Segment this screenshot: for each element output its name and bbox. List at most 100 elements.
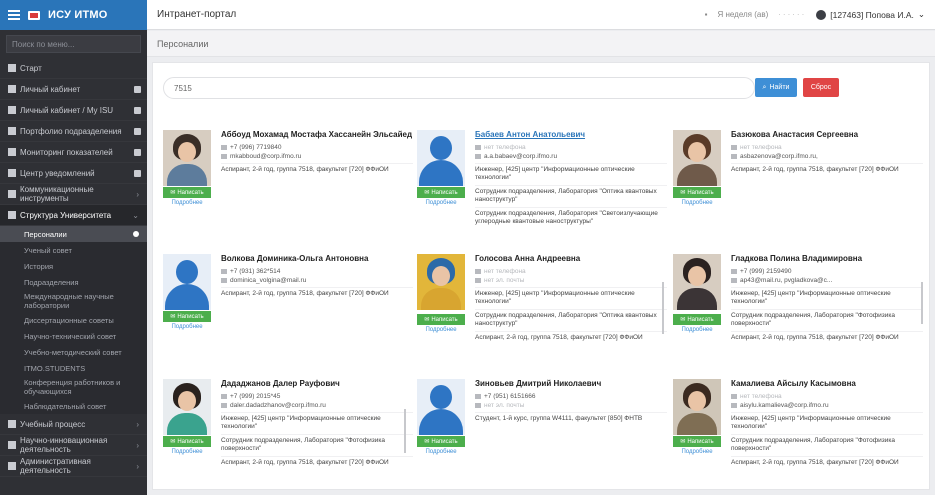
profile-link[interactable]: Подробнее — [673, 449, 721, 455]
person-email[interactable]: a.a.babaev@corp.ifmo.ru — [475, 152, 667, 160]
person-position: Сотрудник подразделения, Лаборатория "Фо… — [731, 434, 923, 453]
subnav-departments[interactable]: Подразделения — [0, 274, 147, 290]
write-button[interactable]: ✉ Написать — [163, 311, 211, 322]
person-email: нет эл. почты — [475, 276, 667, 284]
subnav-conference[interactable]: Конференция работников и обучающихся — [0, 376, 147, 398]
profile-link[interactable]: Подробнее — [673, 200, 721, 206]
subnav-dissertation-councils[interactable]: Диссертационные советы — [0, 312, 147, 328]
profile-link[interactable]: Подробнее — [163, 324, 211, 330]
phone-icon — [475, 268, 481, 274]
calendar-icon[interactable]: ▪ — [705, 10, 708, 19]
person-position: Инженер, [425] центр "Информационные опт… — [221, 412, 413, 431]
write-button[interactable]: ✉ Написать — [673, 436, 721, 447]
person-phone: +7 (996) 7719840 — [221, 143, 413, 151]
logo-bar[interactable]: ИСУ ИТМО — [0, 0, 147, 30]
subnav-science-council[interactable]: Научно-технический совет — [0, 328, 147, 344]
mail-icon: ✉ — [170, 439, 176, 445]
person-position: Сотрудник подразделения, Лаборатория "Фо… — [731, 309, 923, 328]
sidebar: ИСУ ИТМО Поиск по меню... Старт Личный к… — [0, 0, 147, 495]
nav-start[interactable]: Старт — [0, 58, 147, 79]
nav-university-structure[interactable]: Структура Университета ⌄ — [0, 205, 147, 226]
write-button[interactable]: ✉ Написать — [417, 314, 465, 325]
person-email[interactable]: ap43@mail.ru, pvgladkova@c... — [731, 276, 923, 284]
profile-link[interactable]: Подробнее — [673, 327, 721, 333]
write-button[interactable]: ✉ Написать — [163, 187, 211, 198]
nav-my-isu[interactable]: Личный кабинет / My ISU — [0, 100, 147, 121]
persons-panel: 7515 ⌕ Найти Сброс ✉ Написать Подробнее Аб… — [152, 62, 930, 490]
person-position: Инженер, [425] центр "Информационные опт… — [475, 287, 667, 306]
menu-toggle-icon[interactable] — [8, 10, 20, 20]
person-name[interactable]: Голосова Анна Андреевна — [475, 254, 667, 263]
badge-icon — [134, 170, 141, 177]
person-name[interactable]: Базюкова Анастасия Сергеевна — [731, 130, 923, 139]
nav-monitoring[interactable]: Мониторинг показателей — [0, 142, 147, 163]
nav-education[interactable]: Учебный процесс › — [0, 414, 147, 435]
person-email[interactable]: aisylu.kamalieva@corp.ifmo.ru — [731, 401, 923, 409]
person-card: ✉ Написать Подробнее Голосова Анна Андрее… — [417, 254, 667, 374]
user-menu[interactable]: [127463] Попова И.А. ⌄ — [816, 9, 925, 20]
write-button[interactable]: ✉ Написать — [673, 314, 721, 325]
scroll-indicator — [662, 282, 664, 334]
portal-title[interactable]: Интранет-портал — [157, 9, 236, 20]
phone-icon — [221, 268, 227, 274]
nav-administration[interactable]: Административная деятельность › — [0, 456, 147, 477]
profile-link[interactable]: Подробнее — [163, 200, 211, 206]
chevron-right-icon: › — [136, 420, 139, 429]
person-position: Инженер, [425] центр "Информационные опт… — [475, 163, 667, 182]
profile-link[interactable]: Подробнее — [417, 200, 465, 206]
nav-science[interactable]: Научно-инновационная деятельность › — [0, 435, 147, 456]
top-search-placeholder[interactable]: ······ — [778, 10, 806, 19]
person-name[interactable]: Бабаев Антон Анатольевич — [475, 130, 667, 139]
person-name[interactable]: Гладкова Полина Владимировна — [731, 254, 923, 263]
chevron-down-icon: ⌄ — [917, 9, 925, 19]
phone-icon — [731, 268, 737, 274]
mail-icon — [475, 277, 481, 283]
subnav-academic-council[interactable]: Ученый совет — [0, 242, 147, 258]
profile-link[interactable]: Подробнее — [417, 327, 465, 333]
person-position: Аспирант, 2-й год, группа 7518, факульте… — [221, 287, 413, 298]
person-email[interactable]: dominica_volgina@mail.ru — [221, 276, 413, 284]
mail-icon: ✉ — [424, 439, 430, 445]
menu-search-input[interactable]: Поиск по меню... — [6, 35, 141, 53]
subnav-methodical-council[interactable]: Учебно-методический совет — [0, 344, 147, 360]
person-photo-placeholder — [417, 379, 465, 435]
nav-notifications[interactable]: Центр уведомлений — [0, 163, 147, 184]
subnav-itmo-students[interactable]: ITMO.STUDENTS — [0, 360, 147, 376]
reset-button[interactable]: Сброс — [803, 78, 839, 97]
nav-portfolio[interactable]: Портфолио подразделения — [0, 121, 147, 142]
person-phone: нет телефона — [731, 392, 923, 400]
person-email: нет эл. почты — [475, 401, 667, 409]
person-name[interactable]: Дададжанов Далер Рауфович — [221, 379, 413, 388]
phone-icon — [221, 144, 227, 150]
write-button[interactable]: ✉ Написать — [417, 436, 465, 447]
write-button[interactable]: ✉ Написать — [163, 436, 211, 447]
profile-link[interactable]: Подробнее — [163, 449, 211, 455]
subnav-persons[interactable]: Персоналии — [0, 226, 147, 242]
structure-submenu: Персоналии Ученый совет История Подразде… — [0, 226, 147, 414]
subnav-international-labs[interactable]: Международные научные лаборатории — [0, 290, 147, 312]
person-name[interactable]: Зиновьев Дмитрий Николаевич — [475, 379, 667, 388]
person-name[interactable]: Аббоуд Мохамад Мостафа Хассанейн Эльсайе… — [221, 130, 413, 139]
person-photo-placeholder — [417, 130, 465, 186]
person-position: Аспирант, 2-й год, группа 7518, факульте… — [221, 456, 413, 467]
nav-personal-cabinet[interactable]: Личный кабинет — [0, 79, 147, 100]
nav-communication[interactable]: Коммуникационные инструменты › — [0, 184, 147, 205]
person-email[interactable]: daler.dadadzhanov@corp.ifmo.ru — [221, 401, 413, 409]
subnav-history[interactable]: История — [0, 258, 147, 274]
search-button[interactable]: ⌕ Найти — [755, 78, 797, 97]
mail-icon: ✉ — [680, 190, 686, 196]
person-search-input[interactable]: 7515 — [163, 77, 755, 99]
write-button[interactable]: ✉ Написать — [417, 187, 465, 198]
person-phone: нет телефона — [475, 267, 667, 275]
scroll-indicator — [921, 282, 923, 324]
write-button[interactable]: ✉ Написать — [673, 187, 721, 198]
person-name[interactable]: Волкова Доминика-Ольга Антоновна — [221, 254, 413, 263]
profile-link[interactable]: Подробнее — [417, 449, 465, 455]
person-email[interactable]: mkabboud@corp.ifmo.ru — [221, 152, 413, 160]
person-email[interactable]: asbazenova@corp.ifmo.ru, — [731, 152, 923, 160]
week-indicator: Я неделя (ав) — [717, 10, 769, 19]
person-position: Инженер, [425] центр "Информационные опт… — [731, 287, 923, 306]
briefcase-icon — [8, 127, 16, 135]
person-name[interactable]: Камалиева Айсылу Касымовна — [731, 379, 923, 388]
subnav-supervisory-board[interactable]: Наблюдательный совет — [0, 398, 147, 414]
